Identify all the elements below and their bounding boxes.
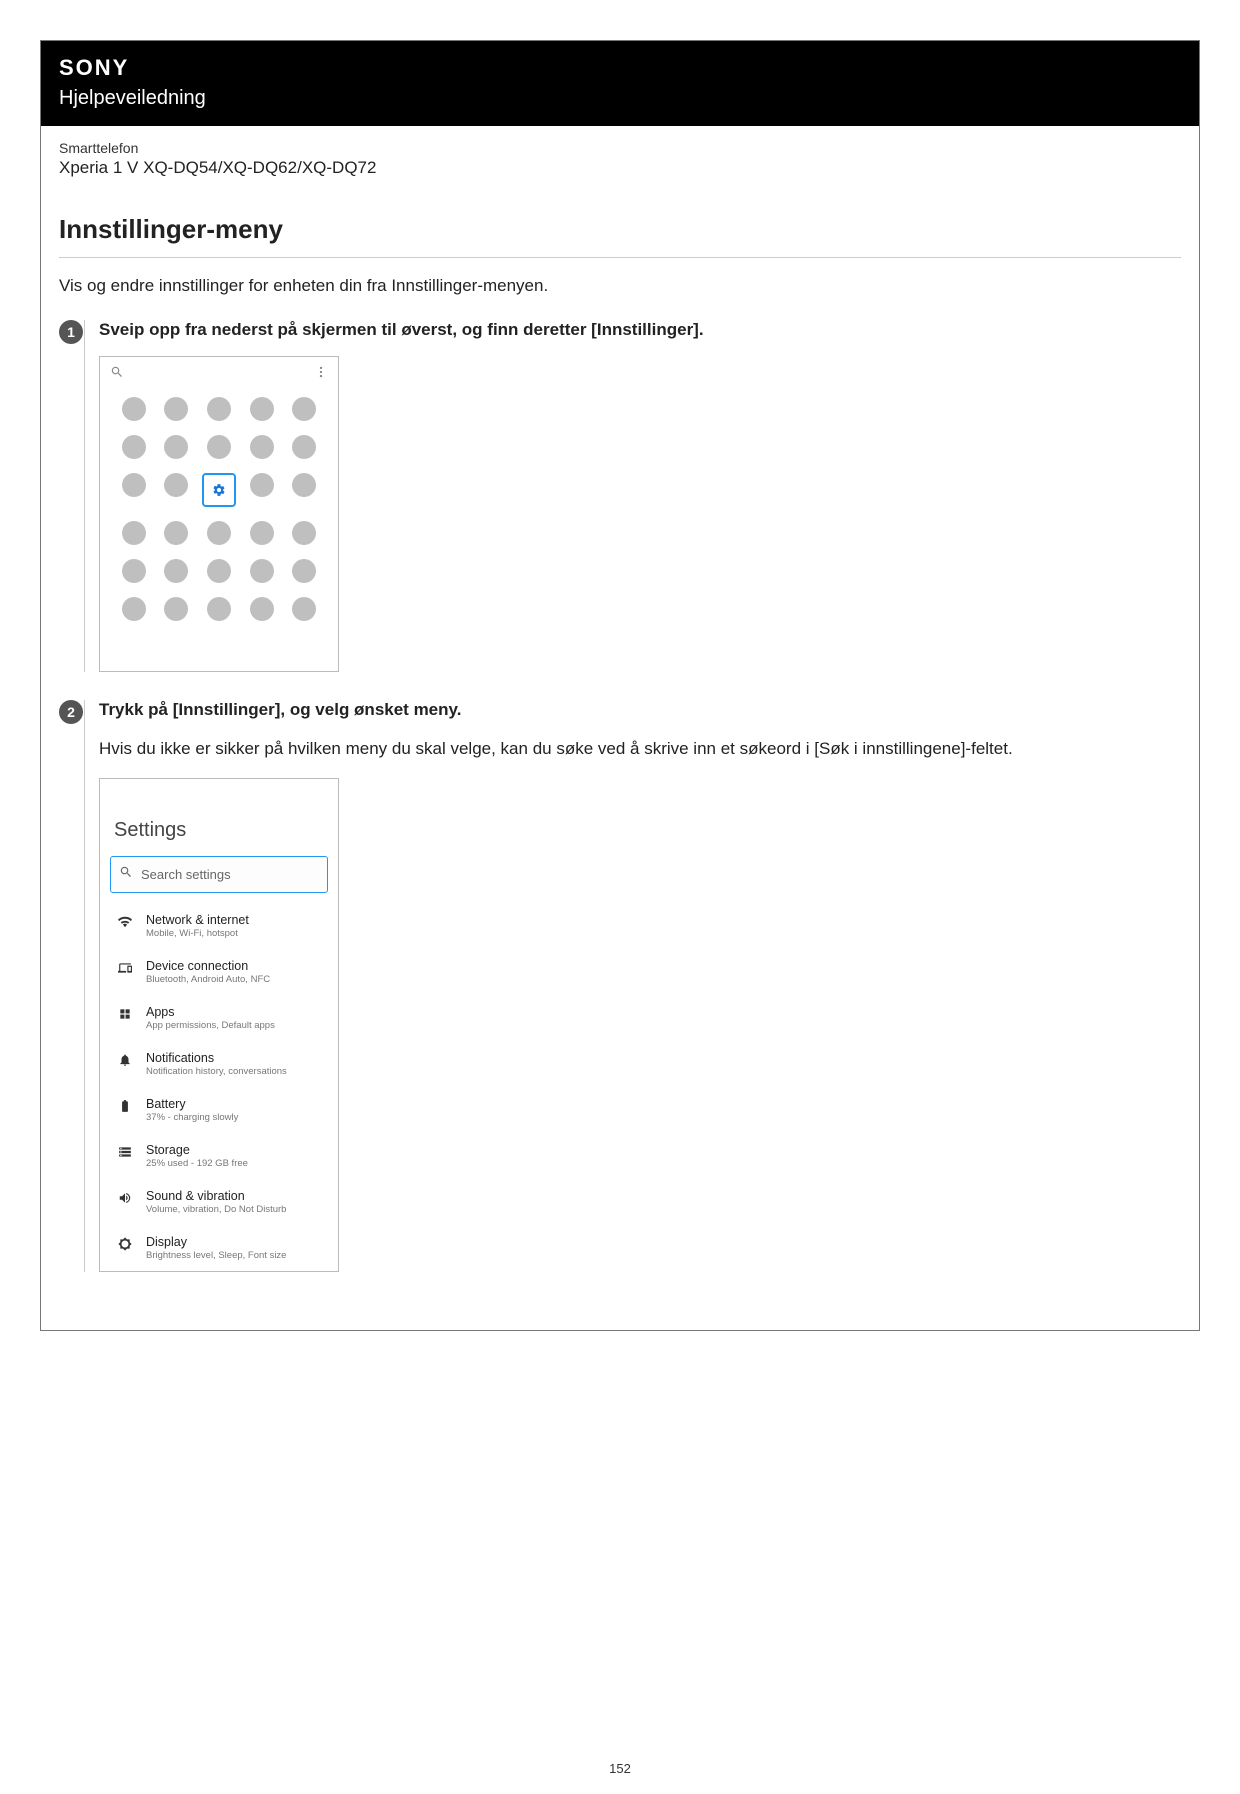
search-settings-field[interactable]: Search settings — [110, 856, 328, 893]
app-placeholder[interactable] — [164, 435, 188, 459]
row-sub: 25% used - 192 GB free — [146, 1158, 248, 1169]
app-placeholder[interactable] — [207, 559, 231, 583]
app-placeholder[interactable] — [292, 473, 316, 497]
search-icon — [119, 865, 141, 884]
step-2-title: Trykk på [Innstillinger], og velg ønsket… — [99, 700, 1181, 720]
row-sub: Notification history, conversations — [146, 1066, 287, 1077]
app-placeholder[interactable] — [292, 435, 316, 459]
app-placeholder[interactable] — [207, 397, 231, 421]
gear-icon — [207, 478, 231, 502]
help-guide-label: Hjelpeveiledning — [59, 87, 1181, 110]
app-placeholder[interactable] — [292, 597, 316, 621]
brightness-icon — [114, 1237, 136, 1251]
page-title: Innstillinger-meny — [59, 214, 1181, 245]
step-1: 1 Sveip opp fra nederst på skjermen til … — [59, 320, 1181, 672]
step-2: 2 Trykk på [Innstillinger], og velg ønsk… — [59, 700, 1181, 1272]
app-placeholder[interactable] — [207, 435, 231, 459]
device-header: Smarttelefon Xperia 1 V XQ-DQ54/XQ-DQ62/… — [41, 126, 1199, 186]
brand-logo: SONY — [59, 55, 1181, 81]
app-placeholder[interactable] — [292, 397, 316, 421]
app-placeholder[interactable] — [164, 559, 188, 583]
search-placeholder: Search settings — [141, 867, 231, 882]
search-icon[interactable] — [110, 365, 124, 379]
screenshot-settings: Settings Search settings Network & inter… — [99, 778, 339, 1272]
device-model: Xperia 1 V XQ-DQ54/XQ-DQ62/XQ-DQ72 — [59, 158, 1181, 178]
step-number-badge: 1 — [59, 320, 85, 672]
settings-row-device-connection[interactable]: Device connectionBluetooth, Android Auto… — [100, 949, 338, 995]
row-sub: Brightness level, Sleep, Font size — [146, 1250, 286, 1261]
row-title: Network & internet — [146, 913, 249, 927]
app-placeholder[interactable] — [122, 597, 146, 621]
app-placeholder[interactable] — [207, 521, 231, 545]
settings-title: Settings — [100, 779, 338, 856]
app-placeholder[interactable] — [250, 559, 274, 583]
app-placeholder[interactable] — [250, 397, 274, 421]
row-title: Device connection — [146, 959, 270, 973]
app-placeholder[interactable] — [250, 521, 274, 545]
settings-app-highlighted[interactable] — [202, 473, 236, 507]
app-placeholder[interactable] — [164, 473, 188, 497]
battery-icon — [114, 1099, 136, 1113]
settings-row-apps[interactable]: AppsApp permissions, Default apps — [100, 995, 338, 1041]
step-number: 2 — [59, 700, 83, 724]
settings-row-sound[interactable]: Sound & vibrationVolume, vibration, Do N… — [100, 1179, 338, 1225]
divider — [59, 257, 1181, 258]
app-placeholder[interactable] — [292, 521, 316, 545]
step-1-title: Sveip opp fra nederst på skjermen til øv… — [99, 320, 1181, 340]
settings-row-notifications[interactable]: NotificationsNotification history, conve… — [100, 1041, 338, 1087]
app-placeholder[interactable] — [122, 521, 146, 545]
app-placeholder[interactable] — [207, 597, 231, 621]
row-sub: App permissions, Default apps — [146, 1020, 275, 1031]
page-number: 152 — [0, 1761, 1240, 1776]
row-sub: Mobile, Wi-Fi, hotspot — [146, 928, 249, 939]
app-placeholder[interactable] — [122, 559, 146, 583]
app-placeholder[interactable] — [164, 597, 188, 621]
step-number: 1 — [59, 320, 83, 344]
storage-icon — [114, 1145, 136, 1159]
app-placeholder[interactable] — [250, 435, 274, 459]
app-placeholder[interactable] — [122, 397, 146, 421]
app-placeholder[interactable] — [122, 435, 146, 459]
header-banner: SONY Hjelpeveiledning — [41, 41, 1199, 126]
intro-text: Vis og endre innstillinger for enheten d… — [59, 276, 1181, 296]
device-type: Smarttelefon — [59, 140, 1181, 156]
row-title: Storage — [146, 1143, 248, 1157]
volume-icon — [114, 1191, 136, 1205]
row-title: Display — [146, 1235, 286, 1249]
row-sub: Bluetooth, Android Auto, NFC — [146, 974, 270, 985]
devices-icon — [114, 961, 136, 975]
settings-row-network[interactable]: Network & internetMobile, Wi-Fi, hotspot — [100, 903, 338, 949]
app-grid — [100, 387, 338, 671]
row-sub: 37% - charging slowly — [146, 1112, 238, 1123]
settings-row-battery[interactable]: Battery37% - charging slowly — [100, 1087, 338, 1133]
apps-icon — [114, 1007, 136, 1021]
step-2-text: Hvis du ikke er sikker på hvilken meny d… — [99, 736, 1181, 762]
app-placeholder[interactable] — [292, 559, 316, 583]
app-placeholder[interactable] — [122, 473, 146, 497]
app-placeholder[interactable] — [250, 473, 274, 497]
row-title: Apps — [146, 1005, 275, 1019]
bell-icon — [114, 1053, 136, 1067]
row-title: Battery — [146, 1097, 238, 1111]
row-title: Notifications — [146, 1051, 287, 1065]
screenshot-app-drawer — [99, 356, 339, 672]
step-number-badge: 2 — [59, 700, 85, 1272]
app-drawer-topbar — [100, 357, 338, 387]
row-sub: Volume, vibration, Do Not Disturb — [146, 1204, 286, 1215]
app-placeholder[interactable] — [250, 597, 274, 621]
settings-row-display[interactable]: DisplayBrightness level, Sleep, Font siz… — [100, 1225, 338, 1271]
more-icon[interactable] — [314, 365, 328, 379]
row-title: Sound & vibration — [146, 1189, 286, 1203]
app-placeholder[interactable] — [164, 521, 188, 545]
wifi-icon — [114, 915, 136, 929]
settings-row-storage[interactable]: Storage25% used - 192 GB free — [100, 1133, 338, 1179]
app-placeholder[interactable] — [164, 397, 188, 421]
